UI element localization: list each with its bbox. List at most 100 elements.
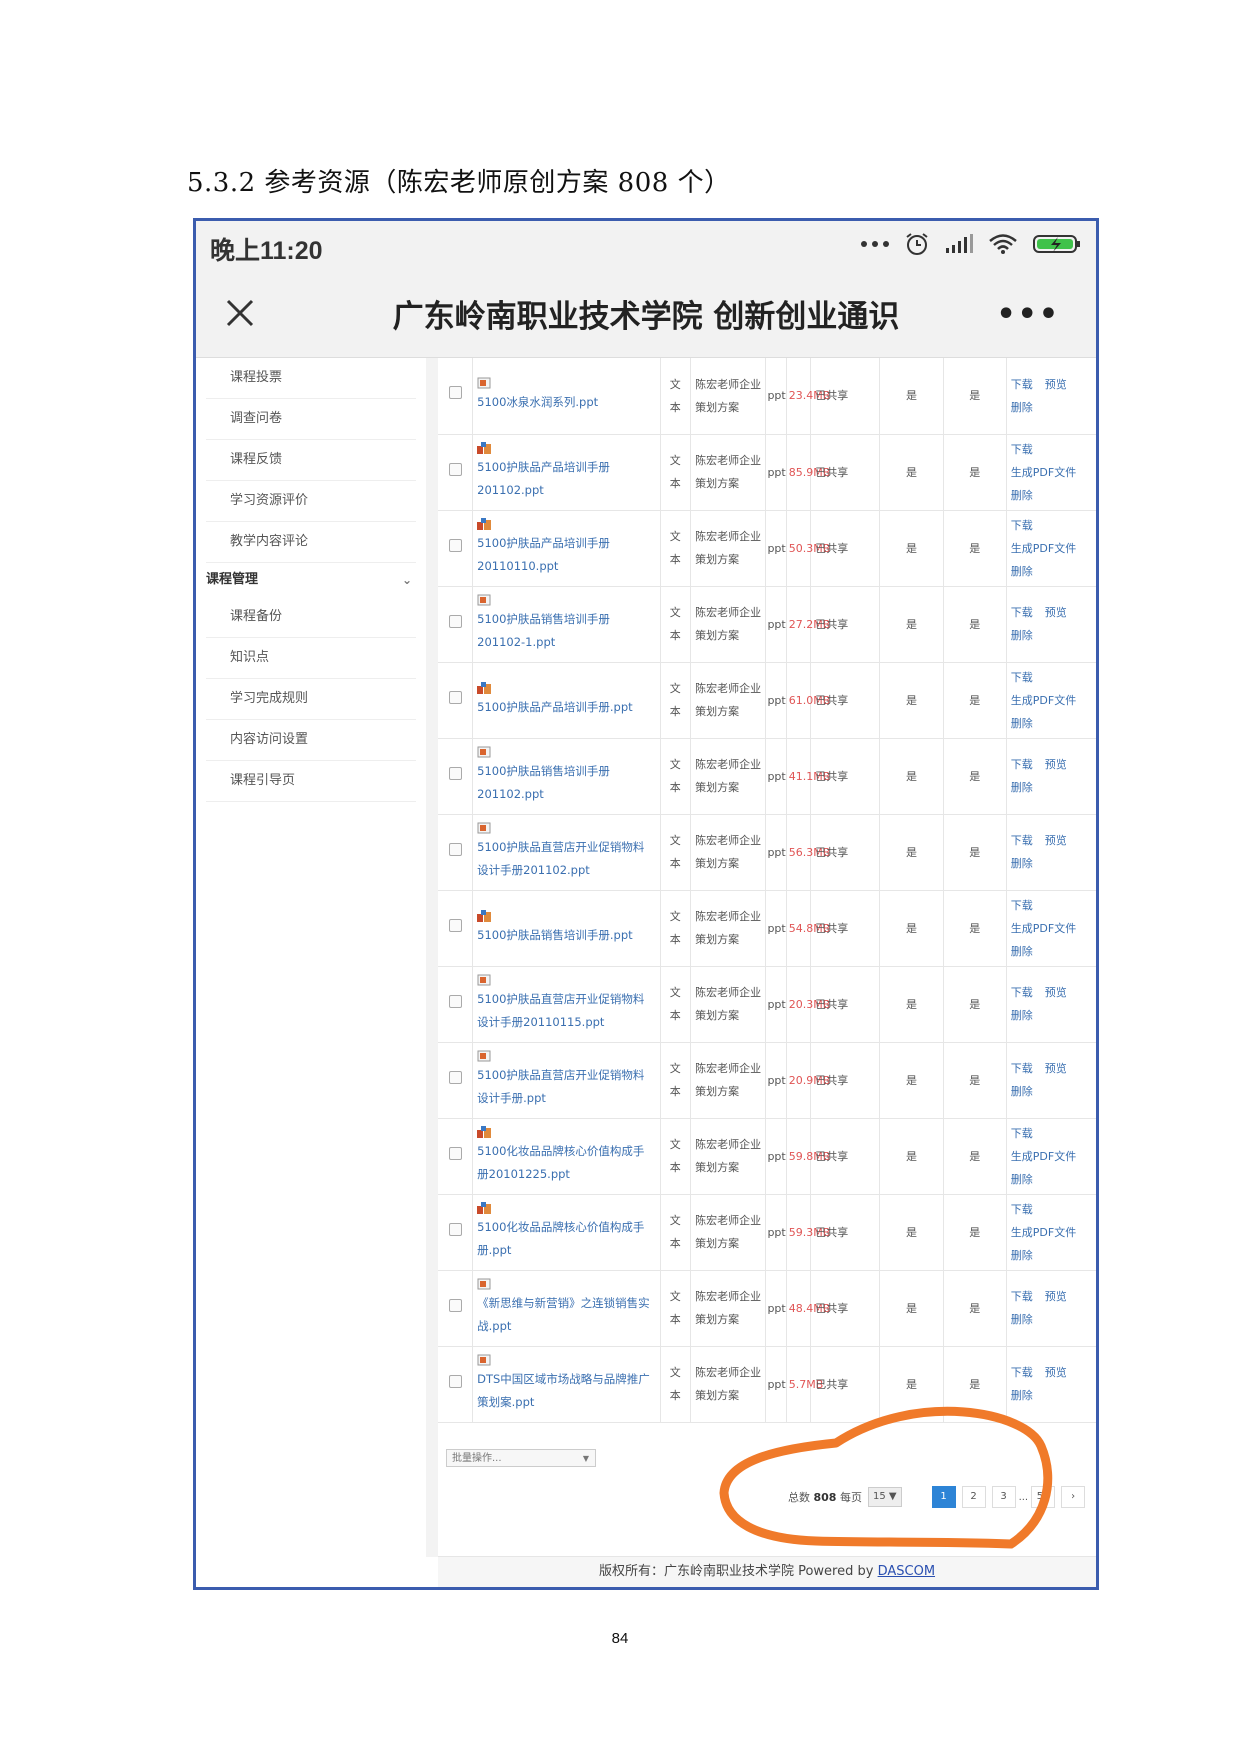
file-name-link[interactable]: 5100冰泉水润系列.ppt: [477, 395, 598, 409]
download-link[interactable]: 下载: [1011, 606, 1033, 619]
page-size-select[interactable]: 15 ▼: [867, 1487, 902, 1507]
row-checkbox[interactable]: [448, 842, 462, 856]
download-link[interactable]: 下载: [1011, 671, 1033, 684]
download-link[interactable]: 下载: [1011, 519, 1033, 532]
sidebar-item[interactable]: 课程投票: [206, 358, 416, 399]
file-actions-cell: 下载生成PDF文件 删除: [1006, 662, 1096, 739]
delete-link[interactable]: 删除: [1011, 1173, 1033, 1186]
download-link[interactable]: 下载: [1011, 378, 1033, 391]
sidebar-group-course-management[interactable]: 课程管理 ⌄: [196, 563, 426, 597]
delete-link[interactable]: 删除: [1011, 565, 1033, 578]
row-checkbox[interactable]: [448, 386, 462, 400]
row-checkbox[interactable]: [448, 462, 462, 476]
file-format-cell: ppt: [765, 434, 787, 511]
delete-link[interactable]: 删除: [1011, 1249, 1033, 1262]
row-checkbox[interactable]: [448, 614, 462, 628]
delete-link[interactable]: 删除: [1011, 1009, 1033, 1022]
delete-link[interactable]: 删除: [1011, 857, 1033, 870]
file-name-link[interactable]: 5100护肤品直营店开业促销物料设计手册201102.ppt: [477, 840, 644, 877]
delete-link[interactable]: 删除: [1011, 1085, 1033, 1098]
row-checkbox[interactable]: [448, 1222, 462, 1236]
preview-link[interactable]: 预览: [1045, 1062, 1067, 1075]
download-link[interactable]: 下载: [1011, 986, 1033, 999]
flag-cell: 是: [943, 434, 1007, 511]
download-link[interactable]: 下载: [1011, 899, 1033, 912]
row-checkbox[interactable]: [448, 1298, 462, 1312]
row-checkbox[interactable]: [448, 994, 462, 1008]
flag-cell: 是: [943, 1270, 1007, 1347]
sidebar-item[interactable]: 调查问卷: [206, 399, 416, 440]
generate-pdf-link[interactable]: 生成PDF文件: [1011, 466, 1076, 479]
download-link[interactable]: 下载: [1011, 1366, 1033, 1379]
file-name-link[interactable]: 5100护肤品产品培训手册201102.ppt: [477, 460, 610, 497]
file-name-link[interactable]: 5100化妆品品牌核心价值构成手册.ppt: [477, 1220, 644, 1257]
generate-pdf-link[interactable]: 生成PDF文件: [1011, 922, 1076, 935]
preview-link[interactable]: 预览: [1045, 378, 1067, 391]
download-link[interactable]: 下载: [1011, 1203, 1033, 1216]
more-options-button[interactable]: •••: [996, 297, 1060, 332]
page-number-button[interactable]: 2: [961, 1486, 986, 1508]
sidebar-item[interactable]: 内容访问设置: [206, 720, 416, 761]
page-number-button[interactable]: 3: [991, 1486, 1016, 1508]
file-name-link[interactable]: 5100护肤品销售培训手册201102-1.ppt: [477, 612, 610, 649]
page-number-button[interactable]: 54: [1031, 1486, 1056, 1508]
flag-cell: 是: [879, 434, 944, 511]
delete-link[interactable]: 删除: [1011, 401, 1033, 414]
preview-link[interactable]: 预览: [1045, 834, 1067, 847]
sidebar-item[interactable]: 课程引导页: [206, 761, 416, 802]
preview-link[interactable]: 预览: [1045, 1290, 1067, 1303]
download-link[interactable]: 下载: [1011, 1290, 1033, 1303]
delete-link[interactable]: 删除: [1011, 717, 1033, 730]
preview-link[interactable]: 预览: [1045, 758, 1067, 771]
preview-link[interactable]: 预览: [1045, 1366, 1067, 1379]
file-name-link[interactable]: 5100护肤品产品培训手册.ppt: [477, 700, 633, 714]
row-checkbox[interactable]: [448, 1146, 462, 1160]
file-name-link[interactable]: 5100护肤品直营店开业促销物料设计手册20110115.ppt: [477, 992, 644, 1029]
bulk-action-select[interactable]: 批量操作... ▼: [446, 1449, 596, 1467]
download-link[interactable]: 下载: [1011, 758, 1033, 771]
file-size-cell: 61.0MB: [786, 662, 830, 739]
download-link[interactable]: 下载: [1011, 1127, 1033, 1140]
row-checkbox[interactable]: [448, 766, 462, 780]
preview-link[interactable]: 预览: [1045, 606, 1067, 619]
generate-pdf-link[interactable]: 生成PDF文件: [1011, 542, 1076, 555]
sidebar-item[interactable]: 教学内容评论: [206, 522, 416, 563]
download-link[interactable]: 下载: [1011, 834, 1033, 847]
delete-link[interactable]: 删除: [1011, 945, 1033, 958]
delete-link[interactable]: 删除: [1011, 629, 1033, 642]
row-checkbox[interactable]: [448, 538, 462, 552]
sidebar-item[interactable]: 知识点: [206, 638, 416, 679]
row-checkbox[interactable]: [448, 1070, 462, 1084]
file-name-link[interactable]: 5100护肤品直营店开业促销物料设计手册.ppt: [477, 1068, 644, 1105]
generate-pdf-link[interactable]: 生成PDF文件: [1011, 1150, 1076, 1163]
page-number-button[interactable]: 1: [931, 1486, 956, 1508]
generate-pdf-link[interactable]: 生成PDF文件: [1011, 694, 1076, 707]
preview-link[interactable]: 预览: [1045, 986, 1067, 999]
sidebar-item[interactable]: 课程反馈: [206, 440, 416, 481]
delete-link[interactable]: 删除: [1011, 781, 1033, 794]
delete-link[interactable]: 删除: [1011, 1313, 1033, 1326]
row-checkbox[interactable]: [448, 918, 462, 932]
delete-link[interactable]: 删除: [1011, 1389, 1033, 1402]
file-name-link[interactable]: 5100护肤品销售培训手册.ppt: [477, 928, 633, 942]
file-name-link[interactable]: 《新思维与新营销》之连锁销售实战.ppt: [477, 1296, 650, 1333]
flag-cell: 是: [879, 510, 944, 587]
delete-link[interactable]: 删除: [1011, 489, 1033, 502]
file-name-link[interactable]: 5100化妆品品牌核心价值构成手册20101225.ppt: [477, 1144, 644, 1181]
sidebar-item[interactable]: 课程备份: [206, 597, 416, 638]
footer-link[interactable]: DASCOM: [878, 1564, 935, 1579]
sidebar-item[interactable]: 学习资源评价: [206, 481, 416, 522]
next-page-button[interactable]: ›: [1061, 1486, 1086, 1508]
file-name-link[interactable]: DTS中国区域市场战略与品牌推广策划案.ppt: [477, 1372, 650, 1409]
row-checkbox[interactable]: [448, 1374, 462, 1388]
file-size-cell: 59.8MB: [786, 1118, 830, 1195]
row-select-cell: [438, 1346, 474, 1423]
download-link[interactable]: 下载: [1011, 1062, 1033, 1075]
share-status-cell: 已共享: [810, 1042, 881, 1119]
download-link[interactable]: 下载: [1011, 443, 1033, 456]
file-name-link[interactable]: 5100护肤品销售培训手册201102.ppt: [477, 764, 610, 801]
generate-pdf-link[interactable]: 生成PDF文件: [1011, 1226, 1076, 1239]
row-checkbox[interactable]: [448, 690, 462, 704]
file-name-link[interactable]: 5100护肤品产品培训手册20110110.ppt: [477, 536, 610, 573]
sidebar-item[interactable]: 学习完成规则: [206, 679, 416, 720]
